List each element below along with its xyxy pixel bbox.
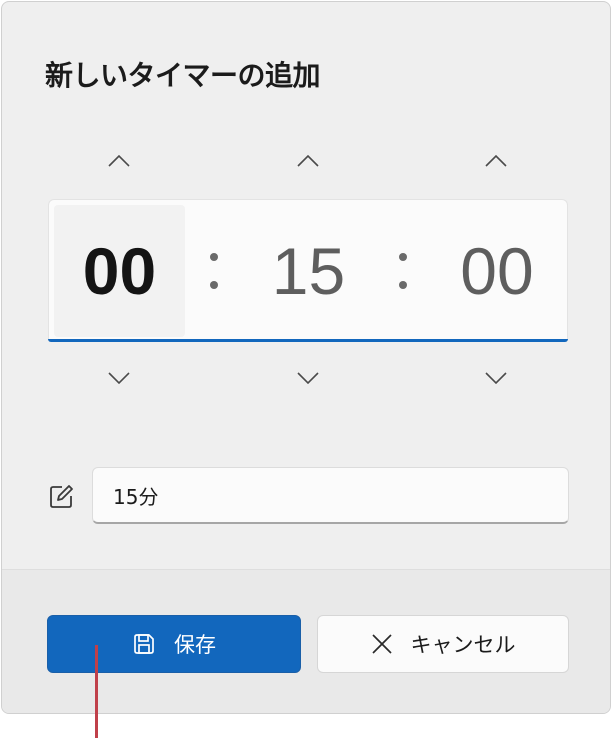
callout-pointer-line <box>95 645 98 738</box>
minutes-decrement-button[interactable] <box>292 366 324 390</box>
save-button[interactable]: 保存 <box>47 615 301 673</box>
save-icon <box>134 634 154 654</box>
cancel-button-label: キャンセル <box>410 633 516 657</box>
time-separator <box>209 252 219 289</box>
chevron-down-icon <box>108 372 130 384</box>
cancel-button[interactable]: キャンセル <box>317 615 569 673</box>
chevron-up-icon <box>108 155 130 167</box>
hours-decrement-button[interactable] <box>103 366 135 390</box>
chevron-up-icon <box>297 155 319 167</box>
dialog-title: 新しいタイマーの追加 <box>45 59 321 92</box>
close-icon <box>371 634 392 654</box>
hours-field[interactable]: 00 <box>54 205 185 337</box>
hours-increment-button[interactable] <box>103 149 135 173</box>
minutes-increment-button[interactable] <box>292 149 324 173</box>
minutes-field[interactable]: 15 <box>246 200 371 341</box>
time-picker-focus-underline <box>48 339 568 342</box>
timer-name-input[interactable] <box>92 467 569 524</box>
seconds-increment-button[interactable] <box>480 149 512 173</box>
add-timer-dialog: 新しいタイマーの追加 00 15 00 15分 保存 キャンセル <box>1 1 611 714</box>
time-separator <box>398 252 408 289</box>
time-picker: 00 15 00 <box>48 199 568 341</box>
save-button-label: 保存 <box>174 633 216 657</box>
seconds-decrement-button[interactable] <box>480 366 512 390</box>
seconds-field[interactable]: 00 <box>434 200 560 341</box>
edit-icon <box>50 485 73 508</box>
chevron-down-icon <box>297 372 319 384</box>
chevron-up-icon <box>485 155 507 167</box>
chevron-down-icon <box>485 372 507 384</box>
